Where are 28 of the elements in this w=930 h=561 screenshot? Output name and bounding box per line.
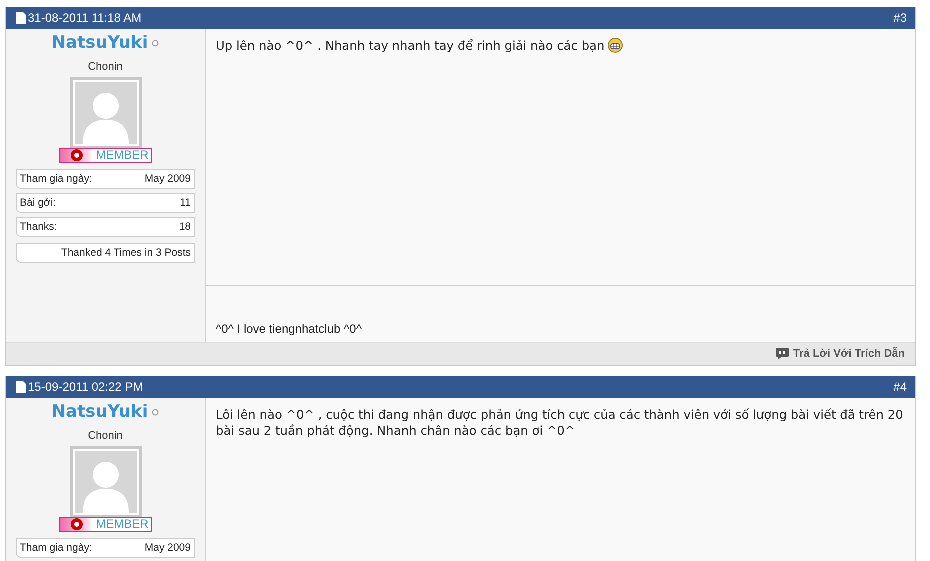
stat-label: Tham gia ngày: xyxy=(20,542,92,554)
username[interactable]: NatsuYuki xyxy=(52,402,148,422)
stat-label: Thanks: xyxy=(20,221,58,233)
quote-reply-link[interactable]: Trả Lời Với Trích Dẫn xyxy=(776,348,905,360)
post-message: Up lên nào ^0^ . Nhanh tay nhanh tay để rinh giải nào các bạn xyxy=(216,39,605,53)
document-icon xyxy=(16,12,26,24)
signature: ^0^ I love tiengnhatclub ^0^ xyxy=(216,322,362,336)
post-message: Lôi lên nào ^0^ , cuộc thi đang nhận được phản ứng tích cực của các thành viên với số lượng bài viết đã trên 20 bài sau 2 tuần phát động. Nhanh chân nào các bạn ơi ^0^ xyxy=(216,408,904,438)
user-title: Chonin xyxy=(88,430,123,442)
rank-badge: MEMBER xyxy=(59,517,152,532)
document-icon xyxy=(16,381,26,393)
user-title: Chonin xyxy=(88,61,123,73)
stat-value: 18 xyxy=(179,221,191,233)
stat-label: Bài gởi: xyxy=(20,197,56,209)
post-date: 31-08-2011 11:18 AM xyxy=(28,11,142,25)
post-date: 15-09-2011 02:22 PM xyxy=(28,380,144,394)
post-number[interactable]: #3 xyxy=(894,11,907,25)
stat-value: 11 xyxy=(180,197,191,209)
avatar-icon xyxy=(70,446,142,518)
stat-value: May 2009 xyxy=(144,542,191,554)
stat-label: Tham gia ngày: xyxy=(20,173,92,185)
speech-bubble-icon xyxy=(776,348,790,360)
stat-value: May 2009 xyxy=(144,173,191,185)
rank-badge: MEMBER xyxy=(59,148,152,163)
avatar-icon xyxy=(70,77,142,149)
thanks-summary: Thanked 4 Times in 3 Posts xyxy=(16,243,195,263)
username[interactable]: NatsuYuki xyxy=(52,33,148,53)
post-number[interactable]: #4 xyxy=(894,380,907,394)
